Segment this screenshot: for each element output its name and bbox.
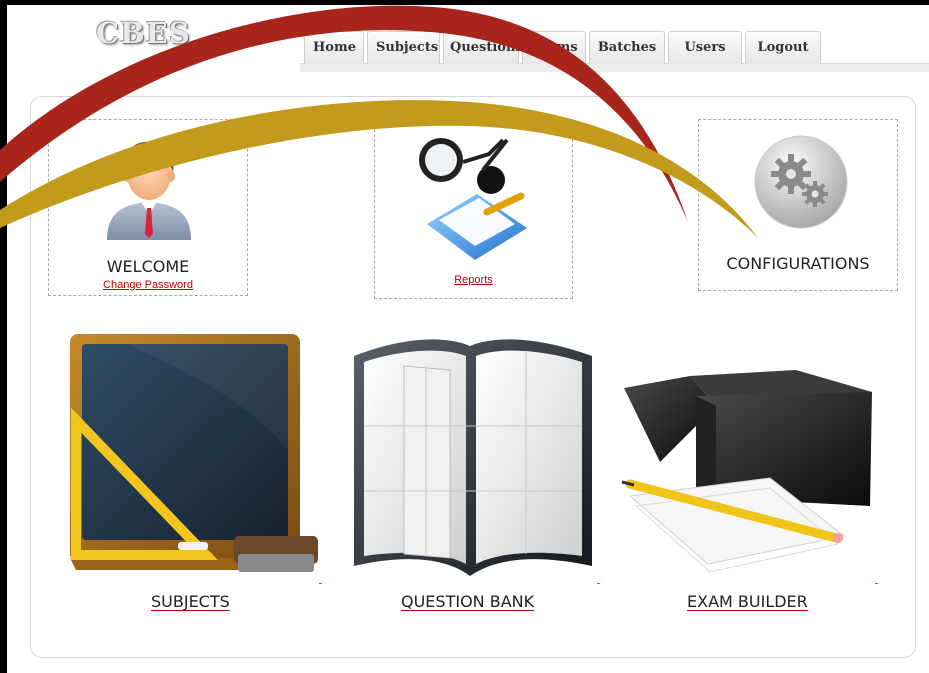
box-pencil-icon[interactable] bbox=[620, 366, 878, 584]
tab-logout[interactable]: Logout bbox=[745, 31, 821, 64]
configurations-card[interactable]: CONFIGURATIONS bbox=[698, 119, 898, 291]
tab-exams[interactable]: Exams bbox=[522, 31, 586, 64]
tab-home[interactable]: Home bbox=[304, 31, 364, 64]
chalkboard-icon[interactable] bbox=[66, 330, 322, 580]
tab-questions[interactable]: Questions bbox=[443, 31, 523, 64]
top-nav: Home Subjects Questions Exams Batches Us… bbox=[304, 31, 824, 64]
window-frame-top bbox=[0, 0, 929, 5]
cbes-logo[interactable]: CBES bbox=[96, 16, 191, 50]
book-icon[interactable] bbox=[346, 326, 600, 584]
nav-underline bbox=[300, 63, 929, 72]
change-password-link[interactable]: Change Password bbox=[49, 279, 247, 291]
user-avatar-icon bbox=[107, 141, 191, 240]
exam-builder-dot bbox=[875, 583, 878, 584]
welcome-title: WELCOME bbox=[106, 257, 190, 276]
configurations-title[interactable]: CONFIGURATIONS bbox=[699, 254, 897, 273]
tab-batches[interactable]: Batches bbox=[589, 31, 665, 64]
tab-subjects[interactable]: Subjects bbox=[367, 31, 440, 64]
exam-builder-link[interactable]: EXAM BUILDER bbox=[687, 592, 808, 611]
tab-users[interactable]: Users bbox=[668, 31, 742, 64]
reports-card: Reports bbox=[374, 119, 573, 299]
window-frame-left bbox=[0, 0, 7, 673]
gears-icon bbox=[754, 135, 848, 229]
reports-magnifier-icon bbox=[419, 138, 527, 260]
subjects-link[interactable]: SUBJECTS bbox=[151, 592, 230, 611]
reports-link[interactable]: Reports bbox=[375, 274, 572, 286]
welcome-card: WELCOME Change Password bbox=[48, 119, 248, 296]
subjects-dot bbox=[319, 583, 322, 584]
question-bank-link[interactable]: QUESTION BANK bbox=[401, 592, 534, 611]
question-bank-dot bbox=[597, 583, 600, 584]
